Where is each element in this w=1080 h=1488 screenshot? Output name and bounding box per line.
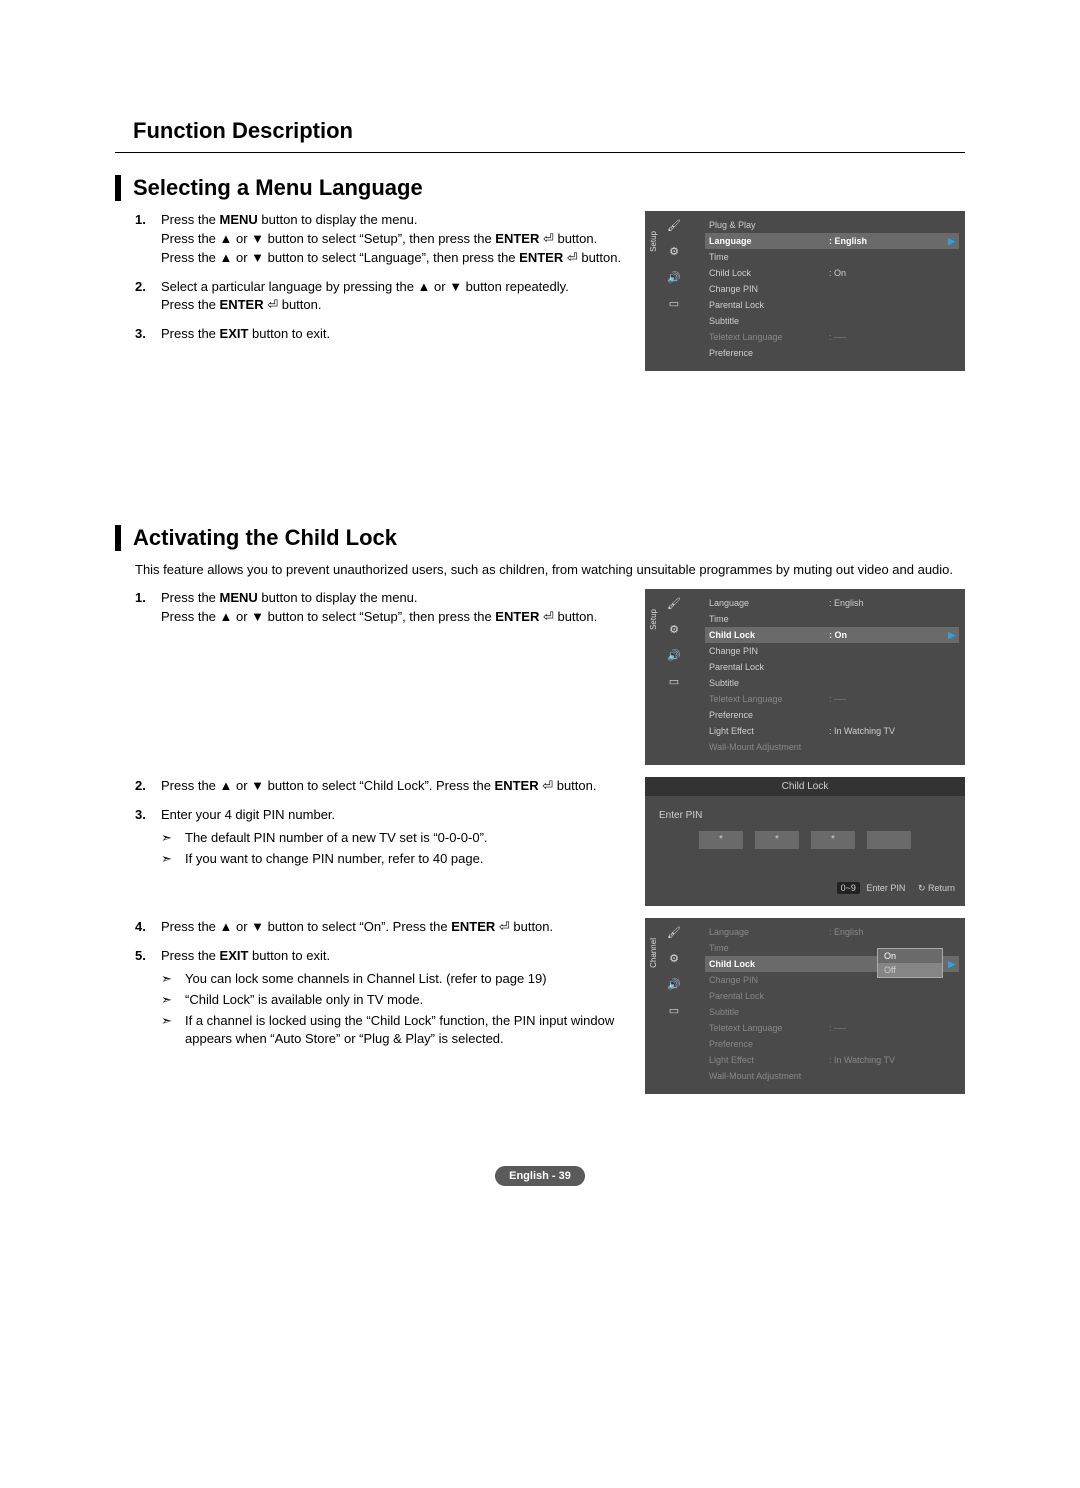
osd-menu-row: Parental Lock	[705, 297, 959, 313]
osd-menu-row: Wall-Mount Adjustment	[705, 739, 959, 755]
steps-list-sec1: 1.Press the MENU button to display the m…	[115, 211, 635, 344]
note-item: ➣You can lock some channels in Channel L…	[161, 970, 635, 989]
note-arrow-icon: ➣	[161, 970, 181, 989]
osd-menu-row: Child Lock: On	[705, 265, 959, 281]
main-title: Function Description	[115, 118, 965, 144]
steps-list-sec2c: 4.Press the ▲ or ▼ button to select “On”…	[115, 918, 635, 1049]
audio-icon: 🔊	[667, 978, 681, 992]
section-intro: This feature allows you to prevent unaut…	[135, 561, 965, 579]
osd-menu-row: Time	[705, 611, 959, 627]
osd-menu-row: Plug & Play	[705, 217, 959, 233]
osd-menu-row: Change PIN	[705, 643, 959, 659]
osd-menu-row: Language: English	[705, 924, 959, 940]
osd-menu-row: Light Effect: In Watching TV	[705, 723, 959, 739]
osd-menu-row: Language: English	[705, 595, 959, 611]
note-arrow-icon: ➣	[161, 829, 181, 848]
page-footer: English - 39	[115, 1166, 965, 1186]
osd-pin-label: Enter PIN	[645, 796, 965, 827]
osd-menu-row: Subtitle	[705, 313, 959, 329]
osd-menu-row: Parental Lock	[705, 659, 959, 675]
pin-range-badge: 0~9	[837, 882, 860, 894]
osd-icon-strip: 🖌 ⚙ 🔊 ▭	[667, 219, 681, 311]
section-title-childlock: Activating the Child Lock	[115, 525, 965, 551]
osd-menu-row: Light Effect: In Watching TV	[705, 1052, 959, 1068]
osd-side-label: Channel	[649, 938, 658, 968]
osd-childlock-options: Channel 🖌 ⚙ 🔊 ▭ Language: EnglishTimeChi…	[645, 918, 965, 1094]
paint-icon: 🖌	[667, 219, 681, 233]
osd-setup-language: Setup 🖌 ⚙ 🔊 ▭ Plug & PlayLanguage: Engli…	[645, 211, 965, 371]
osd-menu-row: Subtitle	[705, 675, 959, 691]
option-item[interactable]: On	[878, 949, 942, 963]
osd-icon-strip: 🖌 ⚙ 🔊 ▭	[667, 926, 681, 1018]
note-arrow-icon: ➣	[161, 850, 181, 869]
note-item: ➣The default PIN number of a new TV set …	[161, 829, 635, 848]
step-item: 2.Select a particular language by pressi…	[135, 278, 635, 316]
note-item: ➣“Child Lock” is available only in TV mo…	[161, 991, 635, 1010]
step-item: 1.Press the MENU button to display the m…	[135, 211, 635, 268]
osd-menu-row: Parental Lock	[705, 988, 959, 1004]
gear-icon: ⚙	[667, 623, 681, 637]
step-item: 5.Press the EXIT button to exit. ➣You ca…	[135, 947, 635, 1049]
pin-digit-box[interactable]: *	[755, 831, 799, 849]
osd-pin-dialog: Child Lock Enter PIN * * * 0~9 Enter PIN ↻…	[645, 777, 965, 906]
osd-menu-row: Teletext Language: ----	[705, 1020, 959, 1036]
osd-side-label: Setup	[649, 609, 658, 630]
input-icon: ▭	[667, 297, 681, 311]
main-title-box: Function Description	[115, 110, 965, 153]
gear-icon: ⚙	[667, 952, 681, 966]
osd-side-label: Setup	[649, 231, 658, 252]
osd-pin-footer: 0~9 Enter PIN ↻ Return	[645, 879, 965, 898]
step-item: 1.Press the MENU button to display the m…	[135, 589, 635, 627]
paint-icon: 🖌	[667, 926, 681, 940]
page-number-badge: English - 39	[495, 1166, 585, 1186]
osd-menu-row: Subtitle	[705, 1004, 959, 1020]
step-item: 3.Enter your 4 digit PIN number. ➣The de…	[135, 806, 635, 869]
osd-menu-row: Teletext Language: ----	[705, 329, 959, 345]
osd-menu-row: Teletext Language: ----	[705, 691, 959, 707]
note-arrow-icon: ➣	[161, 1012, 181, 1050]
audio-icon: 🔊	[667, 649, 681, 663]
osd-setup-childlock: Setup 🖌 ⚙ 🔊 ▭ Language: EnglishTimeChild…	[645, 589, 965, 765]
osd-menu-row: Preference	[705, 707, 959, 723]
steps-list-sec2b: 2.Press the ▲ or ▼ button to select “Chi…	[115, 777, 635, 868]
osd-menu-row: Wall-Mount Adjustment	[705, 1068, 959, 1084]
pin-boxes[interactable]: * * *	[645, 831, 965, 849]
note-arrow-icon: ➣	[161, 991, 181, 1010]
osd-menu-row: Preference	[705, 345, 959, 361]
step-item: 2.Press the ▲ or ▼ button to select “Chi…	[135, 777, 635, 796]
step-item: 4.Press the ▲ or ▼ button to select “On”…	[135, 918, 635, 937]
osd-icon-strip: 🖌 ⚙ 🔊 ▭	[667, 597, 681, 689]
pin-digit-box[interactable]: *	[811, 831, 855, 849]
osd-menu-row[interactable]: Language: English▶	[705, 233, 959, 249]
osd-menu-row: Preference	[705, 1036, 959, 1052]
pin-digit-box[interactable]	[867, 831, 911, 849]
option-popup[interactable]: OnOff	[877, 948, 943, 978]
osd-menu-row: Time	[705, 249, 959, 265]
step-item: 3.Press the EXIT button to exit.	[135, 325, 635, 344]
paint-icon: 🖌	[667, 597, 681, 611]
gear-icon: ⚙	[667, 245, 681, 259]
note-item: ➣If a channel is locked using the “Child…	[161, 1012, 635, 1050]
chevron-right-icon: ▶	[948, 959, 955, 970]
input-icon: ▭	[667, 675, 681, 689]
section-title-language: Selecting a Menu Language	[115, 175, 965, 201]
osd-menu-row: Change PIN	[705, 281, 959, 297]
note-item: ➣If you want to change PIN number, refer…	[161, 850, 635, 869]
pin-digit-box[interactable]: *	[699, 831, 743, 849]
osd-pin-title: Child Lock	[645, 777, 965, 796]
audio-icon: 🔊	[667, 271, 681, 285]
chevron-right-icon: ▶	[948, 236, 955, 247]
osd-menu-row[interactable]: Child Lock: On▶	[705, 627, 959, 643]
steps-list-sec2a: 1.Press the MENU button to display the m…	[115, 589, 635, 627]
input-icon: ▭	[667, 1004, 681, 1018]
chevron-right-icon: ▶	[948, 630, 955, 641]
option-item[interactable]: Off	[878, 963, 942, 977]
